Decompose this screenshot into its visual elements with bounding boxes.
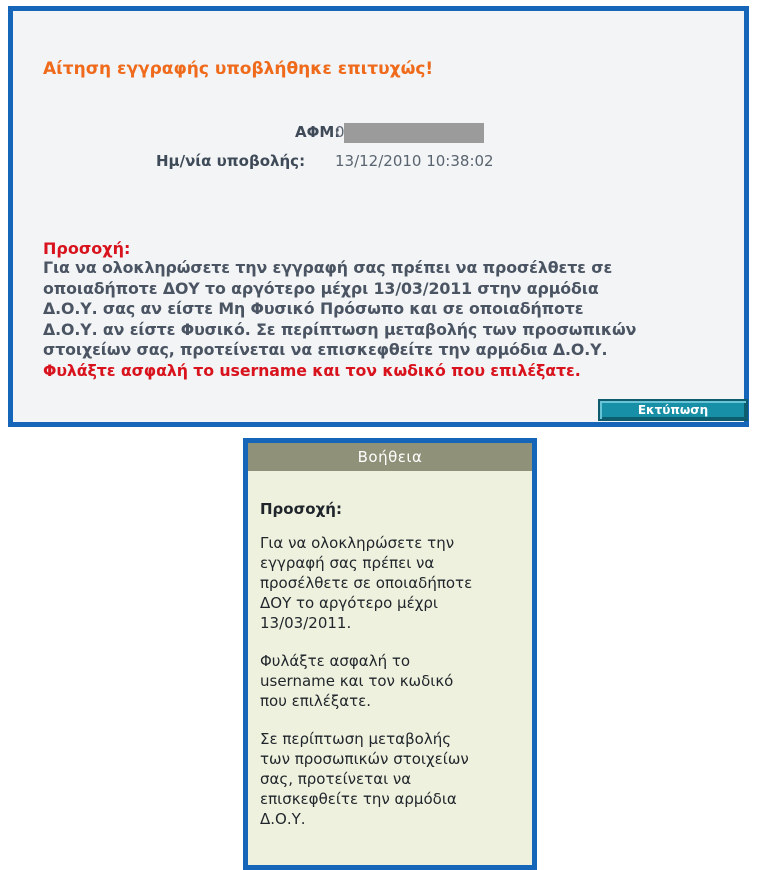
- warning-message: Για να ολοκληρώσετε την εγγραφή σας πρέπ…: [43, 258, 748, 381]
- warning-heading: Προσοχή:: [43, 239, 131, 258]
- help-paragraph-changes: Σε περίπτωση μεταβολής των προσωπικών στ…: [260, 729, 530, 829]
- save-credentials-warning: Φυλάξτε ασφαλή το username και τον κωδικ…: [43, 360, 581, 380]
- warning-line: στοιχείων σας, προτείνεται να επισκεφθεί…: [43, 340, 608, 359]
- registration-confirmation-panel: Αίτηση εγγραφής υποβλήθηκε επιτυχώς! ΑΦΜ…: [8, 6, 749, 427]
- warning-line: Δ.Ο.Υ. σας αν είστε Μη Φυσικό Πρόσωπο κα…: [43, 299, 584, 318]
- help-line: username και τον κωδικό: [260, 672, 454, 690]
- submission-date-value: 13/12/2010 10:38:02: [335, 152, 494, 170]
- help-line: ΔΟΥ το αργότερο μέχρι: [260, 594, 438, 612]
- help-line: που επιλέξατε.: [260, 692, 372, 710]
- help-panel: Βοήθεια Προσοχή: Για να ολοκληρώσετε την…: [243, 438, 537, 870]
- help-paragraph-credentials: Φυλάξτε ασφαλή το username και τον κωδικ…: [260, 651, 530, 711]
- print-button[interactable]: Εκτύπωση: [598, 399, 748, 421]
- help-line: Σε περίπτωση μεταβολής: [260, 730, 452, 748]
- help-line: των προσωπικών στοιχείων: [260, 750, 469, 768]
- warning-line: Για να ολοκληρώσετε την εγγραφή σας πρέπ…: [43, 258, 613, 277]
- warning-line: Δ.Ο.Υ. αν είστε Φυσικό. Σε περίπτωση μετ…: [43, 319, 637, 339]
- warning-line: οποιαδήποτε ΔΟΥ το αργότερο μέχρι 13/03/…: [43, 278, 599, 298]
- help-line: Δ.Ο.Υ.: [260, 810, 306, 828]
- redacted-afm-block: [344, 123, 484, 143]
- afm-label: ΑΦΜ:: [295, 123, 341, 141]
- help-line: σας, προτείνεται να: [260, 770, 412, 788]
- help-line: Για να ολοκληρώσετε την: [260, 534, 455, 552]
- help-line: Φυλάξτε ασφαλή το: [260, 652, 411, 670]
- help-line: επισκεφθείτε την αρμόδια: [260, 790, 457, 808]
- help-content: Προσοχή: Για να ολοκληρώσετε την εγγραφή…: [260, 499, 530, 847]
- help-line: 13/03/2011.: [260, 614, 352, 632]
- help-line: εγγραφή σας πρέπει να: [260, 554, 435, 572]
- help-paragraph-deadline: Για να ολοκληρώσετε την εγγραφή σας πρέπ…: [260, 533, 530, 633]
- submission-date-label: Ημ/νία υποβολής:: [156, 152, 306, 170]
- help-heading: Προσοχή:: [260, 500, 342, 518]
- confirmation-title: Αίτηση εγγραφής υποβλήθηκε επιτυχώς!: [43, 59, 434, 79]
- help-header: Βοήθεια: [248, 443, 532, 471]
- help-line: προσέλθετε σε οποιαδήποτε: [260, 574, 473, 592]
